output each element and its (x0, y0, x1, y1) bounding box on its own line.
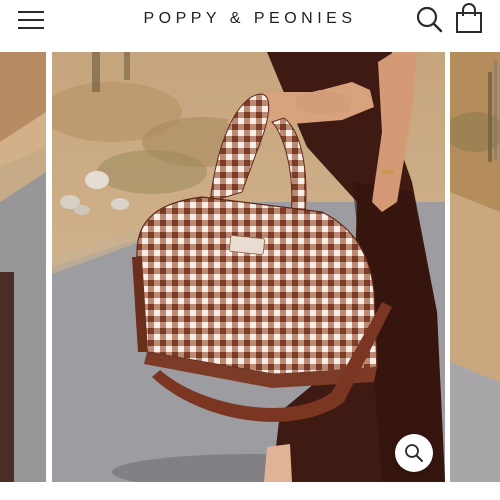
next-product-image[interactable] (450, 52, 500, 482)
cart-button[interactable] (454, 3, 484, 35)
menu-button[interactable] (16, 8, 48, 32)
product-image-gallery[interactable] (0, 52, 500, 482)
zoom-button[interactable] (395, 434, 433, 472)
shopping-bag-icon (456, 3, 482, 33)
brand-logo[interactable]: POPPY & PEONIES (120, 10, 380, 28)
page-bottom-strip (0, 482, 500, 500)
search-button[interactable] (414, 4, 444, 34)
page-scrollbar[interactable] (494, 60, 497, 160)
site-header: POPPY & PEONIES (0, 0, 500, 52)
search-icon (416, 6, 443, 33)
zoom-icon (405, 444, 423, 462)
main-product-image[interactable] (52, 52, 445, 482)
previous-product-image[interactable] (0, 52, 46, 482)
